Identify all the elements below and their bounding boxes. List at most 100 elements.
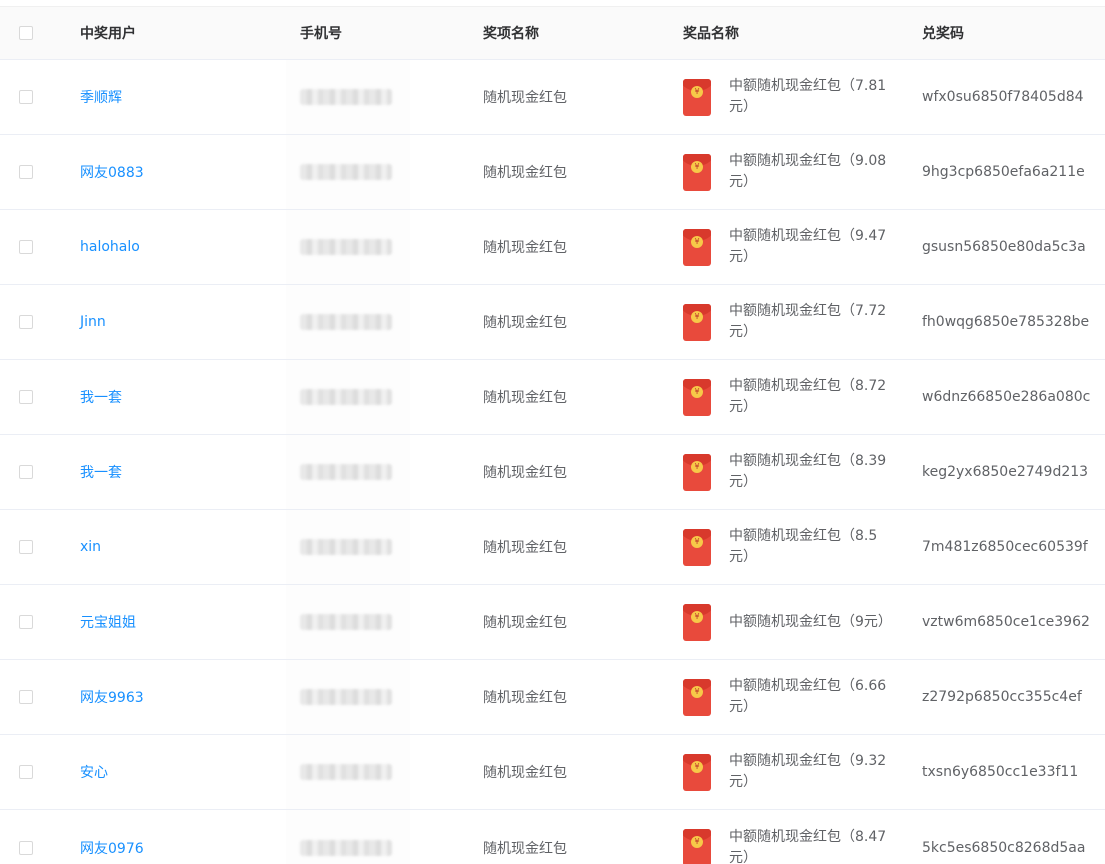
table-row: halohalo 随机现金红包 ¥ 中额随机现金红包（9.47元） gsusn5… [0, 210, 1105, 285]
row-checkbox[interactable] [19, 540, 33, 554]
redeem-code-cell: wfx0su6850f78405d84 [922, 60, 1105, 134]
award-name: 随机现金红包 [483, 765, 567, 781]
prize-name: 中额随机现金红包（6.66元） [729, 678, 887, 715]
red-envelope-icon: ¥ [683, 228, 711, 266]
redeem-code-cell: 7m481z6850cec60539f [922, 510, 1105, 584]
row-checkbox[interactable] [19, 240, 33, 254]
row-checkbox[interactable] [19, 390, 33, 404]
award-name: 随机现金红包 [483, 840, 567, 857]
header-checkbox-cell[interactable] [19, 7, 39, 59]
row-checkbox-cell[interactable] [19, 285, 39, 359]
phone-cell [286, 810, 410, 864]
award-name-cell: 随机现金红包 [483, 510, 663, 584]
award-name-cell: 随机现金红包 [483, 735, 663, 809]
masked-phone-number [300, 464, 392, 480]
row-checkbox-cell[interactable] [19, 810, 39, 864]
row-checkbox[interactable] [19, 840, 33, 855]
prize-cell: ¥ 中额随机现金红包（7.72元） [683, 285, 903, 359]
row-checkbox-cell[interactable] [19, 660, 39, 734]
prize-cell: ¥ 中额随机现金红包（8.72元） [683, 360, 903, 434]
prize-cell: ¥ 中额随机现金红包（9元） [683, 585, 903, 659]
redeem-code-cell: keg2yx6850e2749d213 [922, 435, 1105, 509]
row-checkbox-cell[interactable] [19, 60, 39, 134]
row-checkbox-cell[interactable] [19, 735, 39, 809]
winner-user-link[interactable]: 网友9963 [80, 687, 144, 707]
redeem-code-cell: fh0wqg6850e785328be [922, 285, 1105, 359]
red-envelope-icon: ¥ [683, 753, 711, 791]
winner-user-link[interactable]: halohalo [80, 239, 140, 255]
masked-phone-number [300, 539, 392, 555]
winner-user-cell: 我一套 [80, 435, 280, 509]
redeem-code: 5kc5es6850c8268d5aa [922, 839, 1086, 856]
redeem-code: keg2yx6850e2749d213 [922, 464, 1089, 480]
row-checkbox-cell[interactable] [19, 510, 39, 584]
table-row: 网友0976 随机现金红包 ¥ 中额随机现金红包（8.47元） 5kc5es68… [0, 810, 1105, 864]
award-name: 随机现金红包 [483, 465, 567, 481]
row-checkbox-cell[interactable] [19, 585, 39, 659]
masked-phone-number [300, 239, 392, 255]
table-row: 我一套 随机现金红包 ¥ 中额随机现金红包（8.72元） w6dnz66850e… [0, 360, 1105, 435]
redeem-code: gsusn56850e80da5c3a [922, 239, 1086, 255]
award-name-cell: 随机现金红包 [483, 435, 663, 509]
table-header: 中奖用户 手机号 奖项名称 奖品名称 兑奖码 [0, 6, 1105, 60]
award-name-cell: 随机现金红包 [483, 585, 663, 659]
row-checkbox-cell[interactable] [19, 135, 39, 209]
red-envelope-icon: ¥ [683, 78, 711, 116]
winners-table: 中奖用户 手机号 奖项名称 奖品名称 兑奖码 季顺辉 随机现金红包 ¥ 中额随机… [0, 0, 1105, 864]
award-name-cell: 随机现金红包 [483, 135, 663, 209]
winner-user-cell: 我一套 [80, 360, 280, 434]
award-name-cell: 随机现金红包 [483, 210, 663, 284]
winner-user-link[interactable]: 网友0883 [80, 162, 144, 182]
winner-user-cell: 网友9963 [80, 660, 280, 734]
phone-cell [286, 735, 410, 809]
award-name-cell: 随机现金红包 [483, 60, 663, 134]
table-row: Jinn 随机现金红包 ¥ 中额随机现金红包（7.72元） fh0wqg6850… [0, 285, 1105, 360]
masked-phone-number [300, 164, 392, 180]
winner-user-link[interactable]: 我一套 [80, 387, 122, 407]
row-checkbox[interactable] [19, 315, 33, 329]
table-row: 网友0883 随机现金红包 ¥ 中额随机现金红包（9.08元） 9hg3cp68… [0, 135, 1105, 210]
winner-user-link[interactable]: 我一套 [80, 462, 122, 482]
row-checkbox[interactable] [19, 465, 33, 479]
table-row: xin 随机现金红包 ¥ 中额随机现金红包（8.5元） 7m481z6850ce… [0, 510, 1105, 585]
row-checkbox-cell[interactable] [19, 210, 39, 284]
prize-name: 中额随机现金红包（7.72元） [729, 303, 887, 340]
row-checkbox[interactable] [19, 90, 33, 104]
prize-name: 中额随机现金红包（8.39元） [729, 453, 887, 490]
award-name: 随机现金红包 [483, 315, 567, 331]
select-all-checkbox[interactable] [19, 26, 33, 40]
redeem-code-cell: 9hg3cp6850efa6a211e [922, 135, 1105, 209]
row-checkbox[interactable] [19, 690, 33, 704]
row-checkbox[interactable] [19, 765, 33, 779]
table-row: 元宝姐姐 随机现金红包 ¥ 中额随机现金红包（9元） vztw6m6850ce1… [0, 585, 1105, 660]
winner-user-cell: 网友0883 [80, 135, 280, 209]
winner-user-link[interactable]: Jinn [80, 314, 106, 330]
award-name-cell: 随机现金红包 [483, 660, 663, 734]
row-checkbox[interactable] [19, 165, 33, 179]
prize-name: 中额随机现金红包（8.5元） [729, 528, 878, 565]
prize-cell: ¥ 中额随机现金红包（8.47元） [683, 810, 903, 864]
red-envelope-icon: ¥ [683, 829, 711, 864]
award-name: 随机现金红包 [483, 165, 567, 181]
table-row: 网友9963 随机现金红包 ¥ 中额随机现金红包（6.66元） z2792p68… [0, 660, 1105, 735]
row-checkbox-cell[interactable] [19, 435, 39, 509]
winner-user-link[interactable]: xin [80, 539, 101, 555]
header-user: 中奖用户 [80, 26, 136, 42]
winner-user-cell: xin [80, 510, 280, 584]
table-row: 安心 随机现金红包 ¥ 中额随机现金红包（9.32元） txsn6y6850cc… [0, 735, 1105, 810]
winner-user-link[interactable]: 网友0976 [80, 838, 144, 858]
redeem-code-cell: gsusn56850e80da5c3a [922, 210, 1105, 284]
masked-phone-number [300, 689, 392, 705]
winner-user-cell: 安心 [80, 735, 280, 809]
prize-cell: ¥ 中额随机现金红包（9.32元） [683, 735, 903, 809]
winner-user-link[interactable]: 季顺辉 [80, 87, 122, 107]
row-checkbox[interactable] [19, 615, 33, 629]
winner-user-link[interactable]: 元宝姐姐 [80, 612, 136, 632]
red-envelope-icon: ¥ [683, 453, 711, 491]
phone-cell [286, 435, 410, 509]
row-checkbox-cell[interactable] [19, 360, 39, 434]
prize-cell: ¥ 中额随机现金红包（8.39元） [683, 435, 903, 509]
redeem-code: wfx0su6850f78405d84 [922, 89, 1084, 105]
winner-user-link[interactable]: 安心 [80, 762, 108, 782]
redeem-code-cell: w6dnz66850e286a080c [922, 360, 1105, 434]
